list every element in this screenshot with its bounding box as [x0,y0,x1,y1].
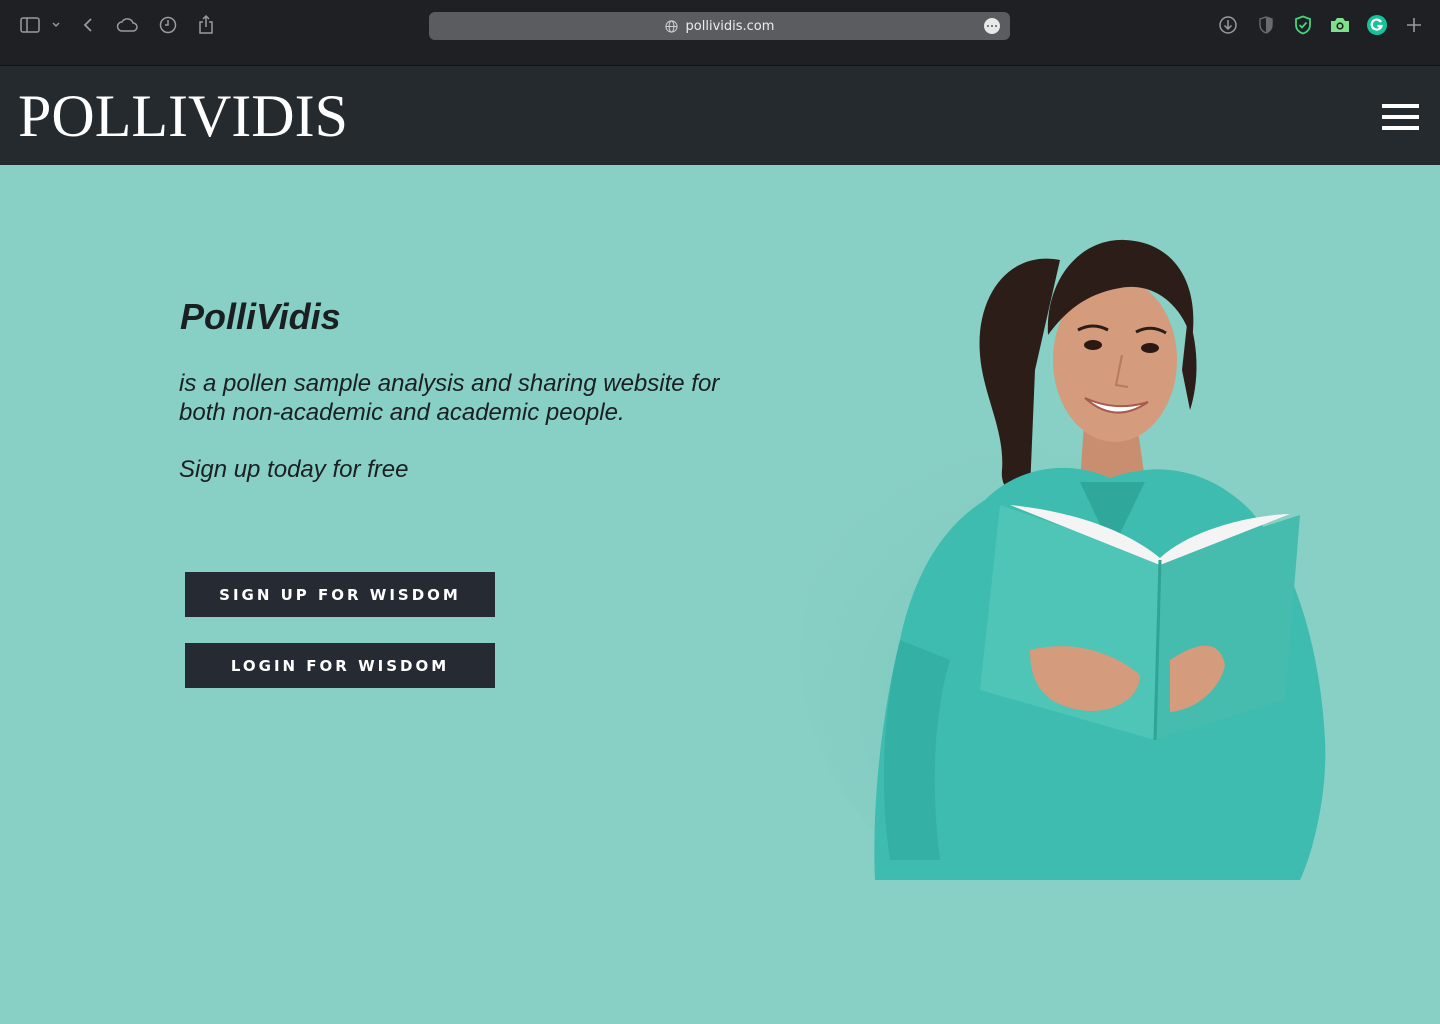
download-icon[interactable] [1216,13,1240,37]
browser-toolbar: pollividis.com [0,0,1440,66]
sidebar-icon[interactable] [18,13,42,37]
camera-icon[interactable] [1328,13,1352,37]
shield-half-icon[interactable] [1254,13,1278,37]
hero-description: is a pollen sample analysis and sharing … [179,370,720,426]
globe-icon [664,19,678,33]
signup-button[interactable]: SIGN UP FOR WISDOM [185,572,495,617]
site-header: POLLIVIDIS [0,66,1440,165]
icloud-icon[interactable] [115,13,139,37]
login-button[interactable]: LOGIN FOR WISDOM [185,643,495,688]
address-bar[interactable]: pollividis.com [429,12,1010,40]
hero-image-woman-with-book [780,220,1440,910]
shield-check-icon[interactable] [1291,13,1315,37]
share-icon[interactable] [194,13,218,37]
history-icon[interactable] [156,13,180,37]
back-icon[interactable] [76,13,100,37]
url-text: pollividis.com [685,18,775,34]
more-options-icon[interactable] [984,18,1000,34]
hero-title: PolliVidis [180,296,341,337]
site-logo[interactable]: POLLIVIDIS [18,84,348,148]
new-tab-icon[interactable] [1402,13,1426,37]
hero-cta-text: Sign up today for free [179,456,409,483]
chevron-down-icon[interactable] [46,13,66,37]
grammarly-icon[interactable] [1365,13,1389,37]
hamburger-menu-icon[interactable] [1382,104,1419,130]
